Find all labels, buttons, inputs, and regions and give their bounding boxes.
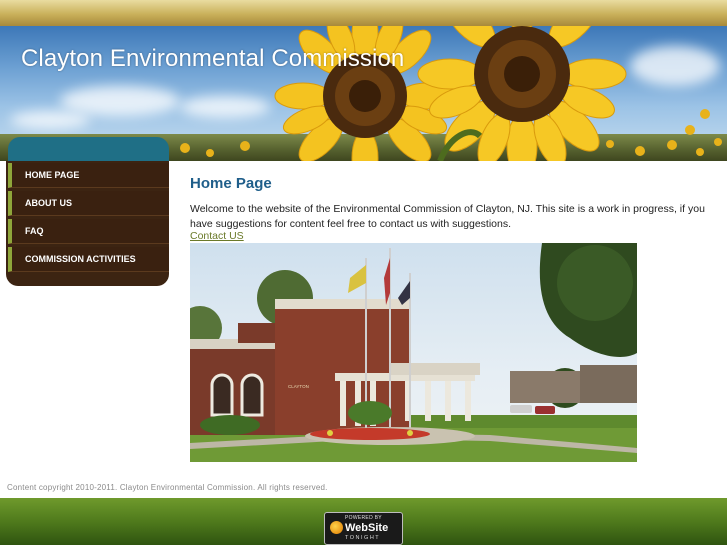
website-tonight-logo-icon: [330, 521, 343, 534]
top-bar: [0, 0, 727, 26]
page: Clayton Environmental Commission HOME PA…: [0, 0, 727, 545]
contact-us-link[interactable]: Contact US: [190, 230, 244, 242]
building-sign: CLAYTON: [288, 384, 309, 389]
badge-powered-by: POWERED BY: [345, 515, 382, 521]
sidebar-item-label: HOME PAGE: [25, 170, 80, 180]
sidebar-nav-cap: [8, 137, 169, 161]
copyright-text: Content copyright 2010-2011. Clayton Env…: [7, 483, 328, 492]
site-title: Clayton Environmental Commission: [21, 45, 405, 72]
sidebar-item-label: FAQ: [25, 226, 44, 236]
sidebar-item-faq[interactable]: FAQ: [8, 219, 169, 244]
municipal-building-photo: CLAYTON: [190, 243, 637, 462]
sidebar-nav: HOME PAGE ABOUT US FAQ COMMISSION ACTIVI…: [6, 161, 169, 286]
website-tonight-badge[interactable]: POWERED BY WebSite TONIGHT: [324, 512, 403, 545]
sidebar-item-about-us[interactable]: ABOUT US: [8, 191, 169, 216]
page-title: Home Page: [190, 175, 272, 192]
badge-tagline: TONIGHT: [345, 535, 381, 541]
sidebar-item-commission-activities[interactable]: COMMISSION ACTIVITIES: [8, 247, 169, 272]
intro-text: Welcome to the website of the Environmen…: [190, 203, 705, 230]
sidebar-item-home-page[interactable]: HOME PAGE: [8, 163, 169, 188]
sidebar-item-label: ABOUT US: [25, 198, 72, 208]
badge-name: WebSite: [345, 522, 389, 534]
sidebar-item-label: COMMISSION ACTIVITIES: [25, 254, 136, 264]
